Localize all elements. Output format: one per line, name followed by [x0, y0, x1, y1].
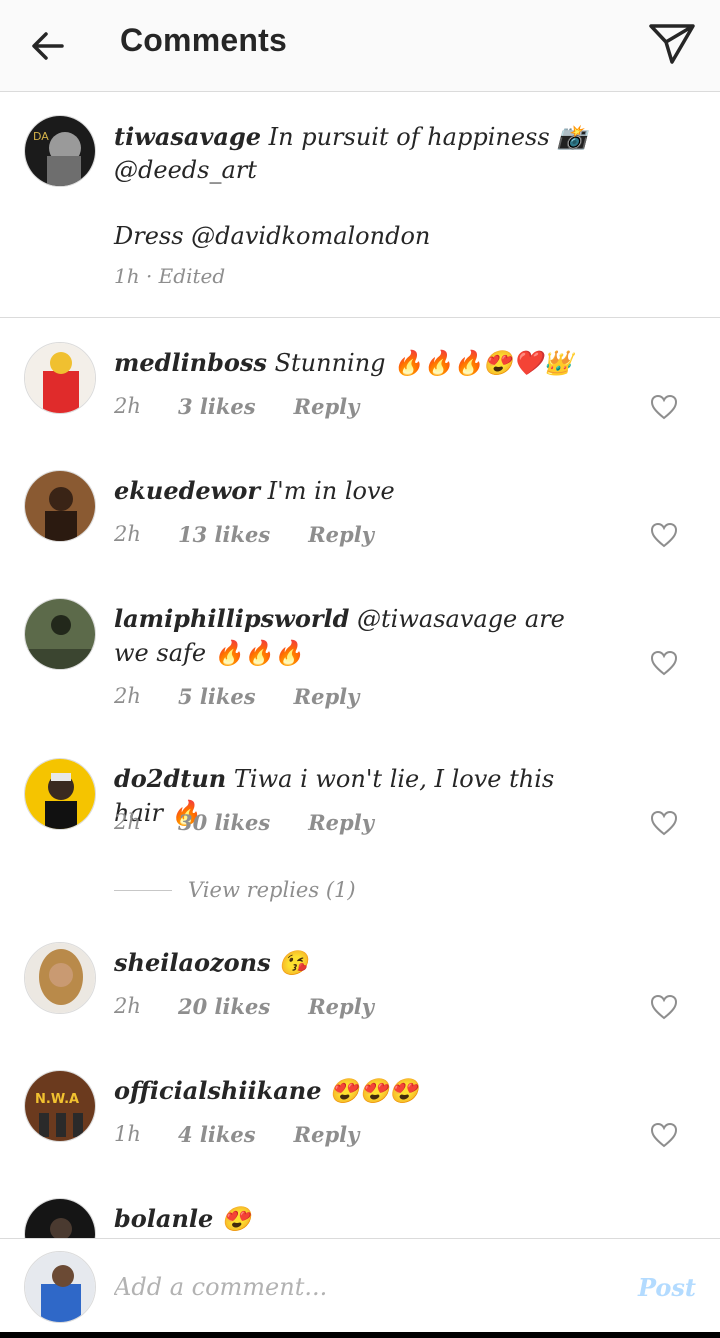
post-button[interactable]: Post	[638, 1273, 696, 1302]
comment-username[interactable]: bolanle	[114, 1204, 213, 1233]
comment-avatar[interactable]: N.W.A	[24, 1070, 96, 1142]
comment-likes[interactable]: 5 likes	[178, 684, 256, 709]
comment-time: 2h	[114, 522, 141, 546]
caption-line2: Dress @davidkomalondon	[114, 222, 431, 250]
view-replies-button[interactable]: View replies (1)	[114, 878, 356, 902]
caption-body: tiwasavage In pursuit of happiness 📸 @de…	[114, 120, 674, 253]
add-comment-input[interactable]	[114, 1267, 604, 1307]
caption-username[interactable]: tiwasavage	[114, 122, 261, 151]
comment-likes[interactable]: 30 likes	[178, 810, 270, 835]
bottom-edge	[0, 1332, 720, 1338]
reply-button[interactable]: Reply	[294, 684, 360, 709]
comment-avatar[interactable]	[24, 1198, 96, 1238]
comment-body: bolanle 😍	[114, 1202, 594, 1236]
comment-username[interactable]: medlinboss	[114, 348, 267, 377]
comment-avatar[interactable]	[24, 758, 96, 830]
current-user-avatar	[24, 1251, 96, 1323]
comment-meta: 2h 5 likes Reply	[114, 684, 359, 709]
comment-body: sheilaozons 😘	[114, 946, 594, 980]
svg-text:DA: DA	[33, 130, 49, 143]
comment-text: Stunning 🔥🔥🔥😍❤️👑	[274, 349, 573, 377]
heart-icon[interactable]	[650, 994, 678, 1020]
comment-body: medlinboss Stunning 🔥🔥🔥😍❤️👑	[114, 346, 594, 380]
comment-username[interactable]: ekuedewor	[114, 476, 260, 505]
heart-icon[interactable]	[650, 810, 678, 836]
direct-share-icon[interactable]	[646, 20, 698, 68]
heart-icon[interactable]	[650, 522, 678, 548]
reply-button[interactable]: Reply	[308, 522, 374, 547]
comment-meta: 2h 30 likes Reply	[114, 810, 374, 835]
comment-username[interactable]: officialshiikane	[114, 1076, 321, 1105]
comment-likes[interactable]: 20 likes	[178, 994, 270, 1019]
comment-time: 2h	[114, 994, 141, 1018]
heart-icon[interactable]	[650, 394, 678, 420]
caption-avatar[interactable]: DA	[24, 115, 96, 187]
comment-body: officialshiikane 😍😍😍	[114, 1074, 594, 1108]
reply-button[interactable]: Reply	[308, 994, 374, 1019]
post-caption: DA tiwasavage In pursuit of happiness 📸 …	[0, 92, 720, 318]
comment-text: 😍😍😍	[329, 1077, 419, 1105]
comment-likes[interactable]: 3 likes	[178, 394, 256, 419]
reply-button[interactable]: Reply	[294, 1122, 360, 1147]
comment-text: 😘	[278, 949, 309, 977]
comment-time: 2h	[114, 810, 141, 834]
comment-avatar[interactable]	[24, 342, 96, 414]
comment-composer: Post	[0, 1238, 720, 1332]
comment-time: 2h	[114, 684, 141, 708]
comment-username[interactable]: do2dtun	[114, 764, 226, 793]
comment-meta: 2h 3 likes Reply	[114, 394, 359, 419]
back-arrow-icon[interactable]	[26, 24, 70, 68]
comment-time: 1h	[114, 1122, 141, 1146]
comment-body: ekuedewor I'm in love	[114, 474, 594, 508]
heart-icon[interactable]	[650, 1122, 678, 1148]
comment-avatar[interactable]	[24, 470, 96, 542]
comment-avatar[interactable]	[24, 942, 96, 1014]
reply-button[interactable]: Reply	[294, 394, 360, 419]
comment-likes[interactable]: 13 likes	[178, 522, 270, 547]
comment-likes[interactable]: 4 likes	[178, 1122, 256, 1147]
caption-meta: 1h · Edited	[114, 264, 226, 288]
top-bar: Comments	[0, 0, 720, 92]
view-replies-divider	[114, 889, 172, 891]
comment-text: 😍	[220, 1205, 251, 1233]
comment-meta: 2h 13 likes Reply	[114, 522, 374, 547]
comment-meta: 2h 20 likes Reply	[114, 994, 374, 1019]
comment-username[interactable]: sheilaozons	[114, 948, 271, 977]
svg-text:N.W.A: N.W.A	[35, 1092, 79, 1107]
comment-text: I'm in love	[267, 477, 395, 505]
comment-time: 2h	[114, 394, 141, 418]
heart-icon[interactable]	[650, 650, 678, 676]
page-title: Comments	[120, 22, 287, 58]
comments-list[interactable]: medlinboss Stunning 🔥🔥🔥😍❤️👑 2h 3 likes R…	[0, 318, 720, 1238]
comment-body: lamiphillipsworld @tiwasavage are we saf…	[114, 602, 594, 670]
comment-meta: 1h 4 likes Reply	[114, 1122, 359, 1147]
reply-button[interactable]: Reply	[308, 810, 374, 835]
comment-avatar[interactable]	[24, 598, 96, 670]
comment-username[interactable]: lamiphillipsworld	[114, 604, 349, 633]
view-replies-label: View replies (1)	[188, 878, 356, 902]
